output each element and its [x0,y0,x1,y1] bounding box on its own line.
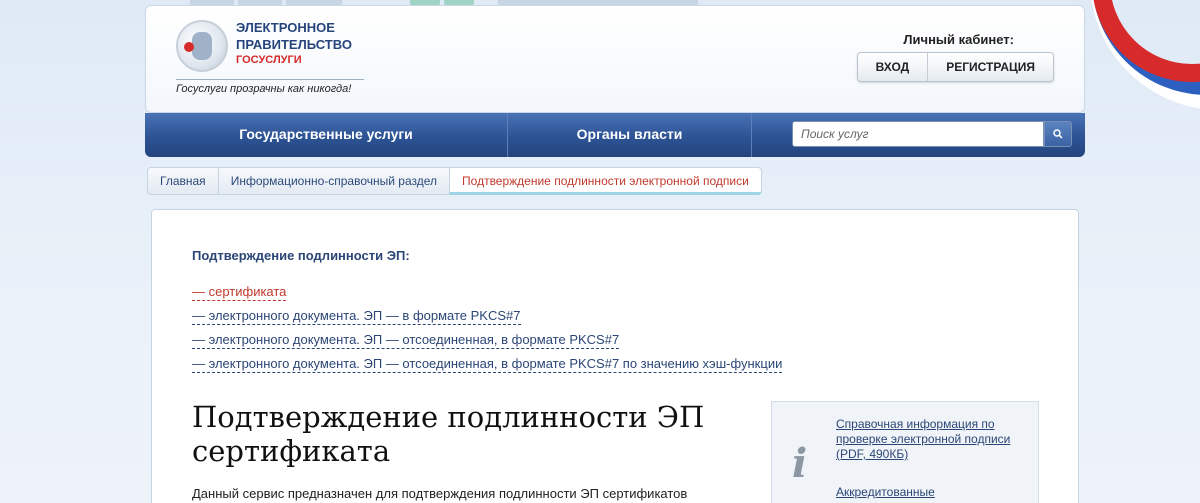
breadcrumb-info-section[interactable]: Информационно-справочный раздел [217,167,450,195]
breadcrumb-current: Подтверждение подлинности электронной по… [449,167,762,195]
reference-info-link[interactable]: Справочная информация по проверке электр… [836,417,1016,462]
register-button[interactable]: РЕГИСТРАЦИЯ [927,53,1053,81]
page-title: Подтверждение подлинности ЭП сертификата [192,400,705,468]
link-document-pkcs7[interactable]: — электронного документа. ЭП — в формате… [192,308,521,325]
main-content: Подтверждение подлинности ЭП: — сертифик… [151,209,1079,503]
logo-divider [176,79,364,80]
info-box: i Справочная информация по проверке элек… [771,401,1039,503]
search-button[interactable] [1044,121,1072,147]
section-title: Подтверждение подлинности ЭП: [192,248,410,263]
link-document-detached-hash[interactable]: — электронного документа. ЭП — отсоедине… [192,356,783,373]
verification-links: — сертификата — электронного документа. … [192,283,783,379]
main-nav: Государственные услуги Органы власти [145,113,1085,157]
breadcrumb-home[interactable]: Главная [147,167,218,195]
search-icon [1053,129,1063,139]
link-document-detached-pkcs7[interactable]: — электронного документа. ЭП — отсоедине… [192,332,620,349]
slogan: Госуслуги прозрачны как никогда! [176,83,352,95]
link-certificate[interactable]: — сертификата [192,284,287,301]
info-icon: i [792,440,808,487]
site-header: ЭЛЕКТРОННОЕ ПРАВИТЕЛЬСТВО ГОСУСЛУГИ Госу… [145,5,1085,113]
nav-item-government-services[interactable]: Государственные услуги [145,113,508,157]
accredited-link[interactable]: Аккредитованные [836,485,935,499]
nav-item-authorities[interactable]: Органы власти [508,113,752,157]
personal-cabinet-label: Личный кабинет: [903,32,1014,47]
flag-ribbon [1070,0,1200,120]
logo-title-line2: ПРАВИТЕЛЬСТВО [236,37,352,52]
search-input[interactable] [792,121,1044,147]
gosuslugi-logo-icon[interactable] [176,20,228,72]
nav-search [752,113,1085,157]
description-text: Данный сервис предназначен для подтвержд… [192,486,688,501]
logo-title-line3: ГОСУСЛУГИ [236,54,302,66]
logo-title-line1: ЭЛЕКТРОННОЕ [236,20,335,35]
breadcrumb: Главная Информационно-справочный раздел … [147,167,762,195]
login-button[interactable]: ВХОД [858,53,928,81]
auth-buttons: ВХОД РЕГИСТРАЦИЯ [856,52,1054,82]
